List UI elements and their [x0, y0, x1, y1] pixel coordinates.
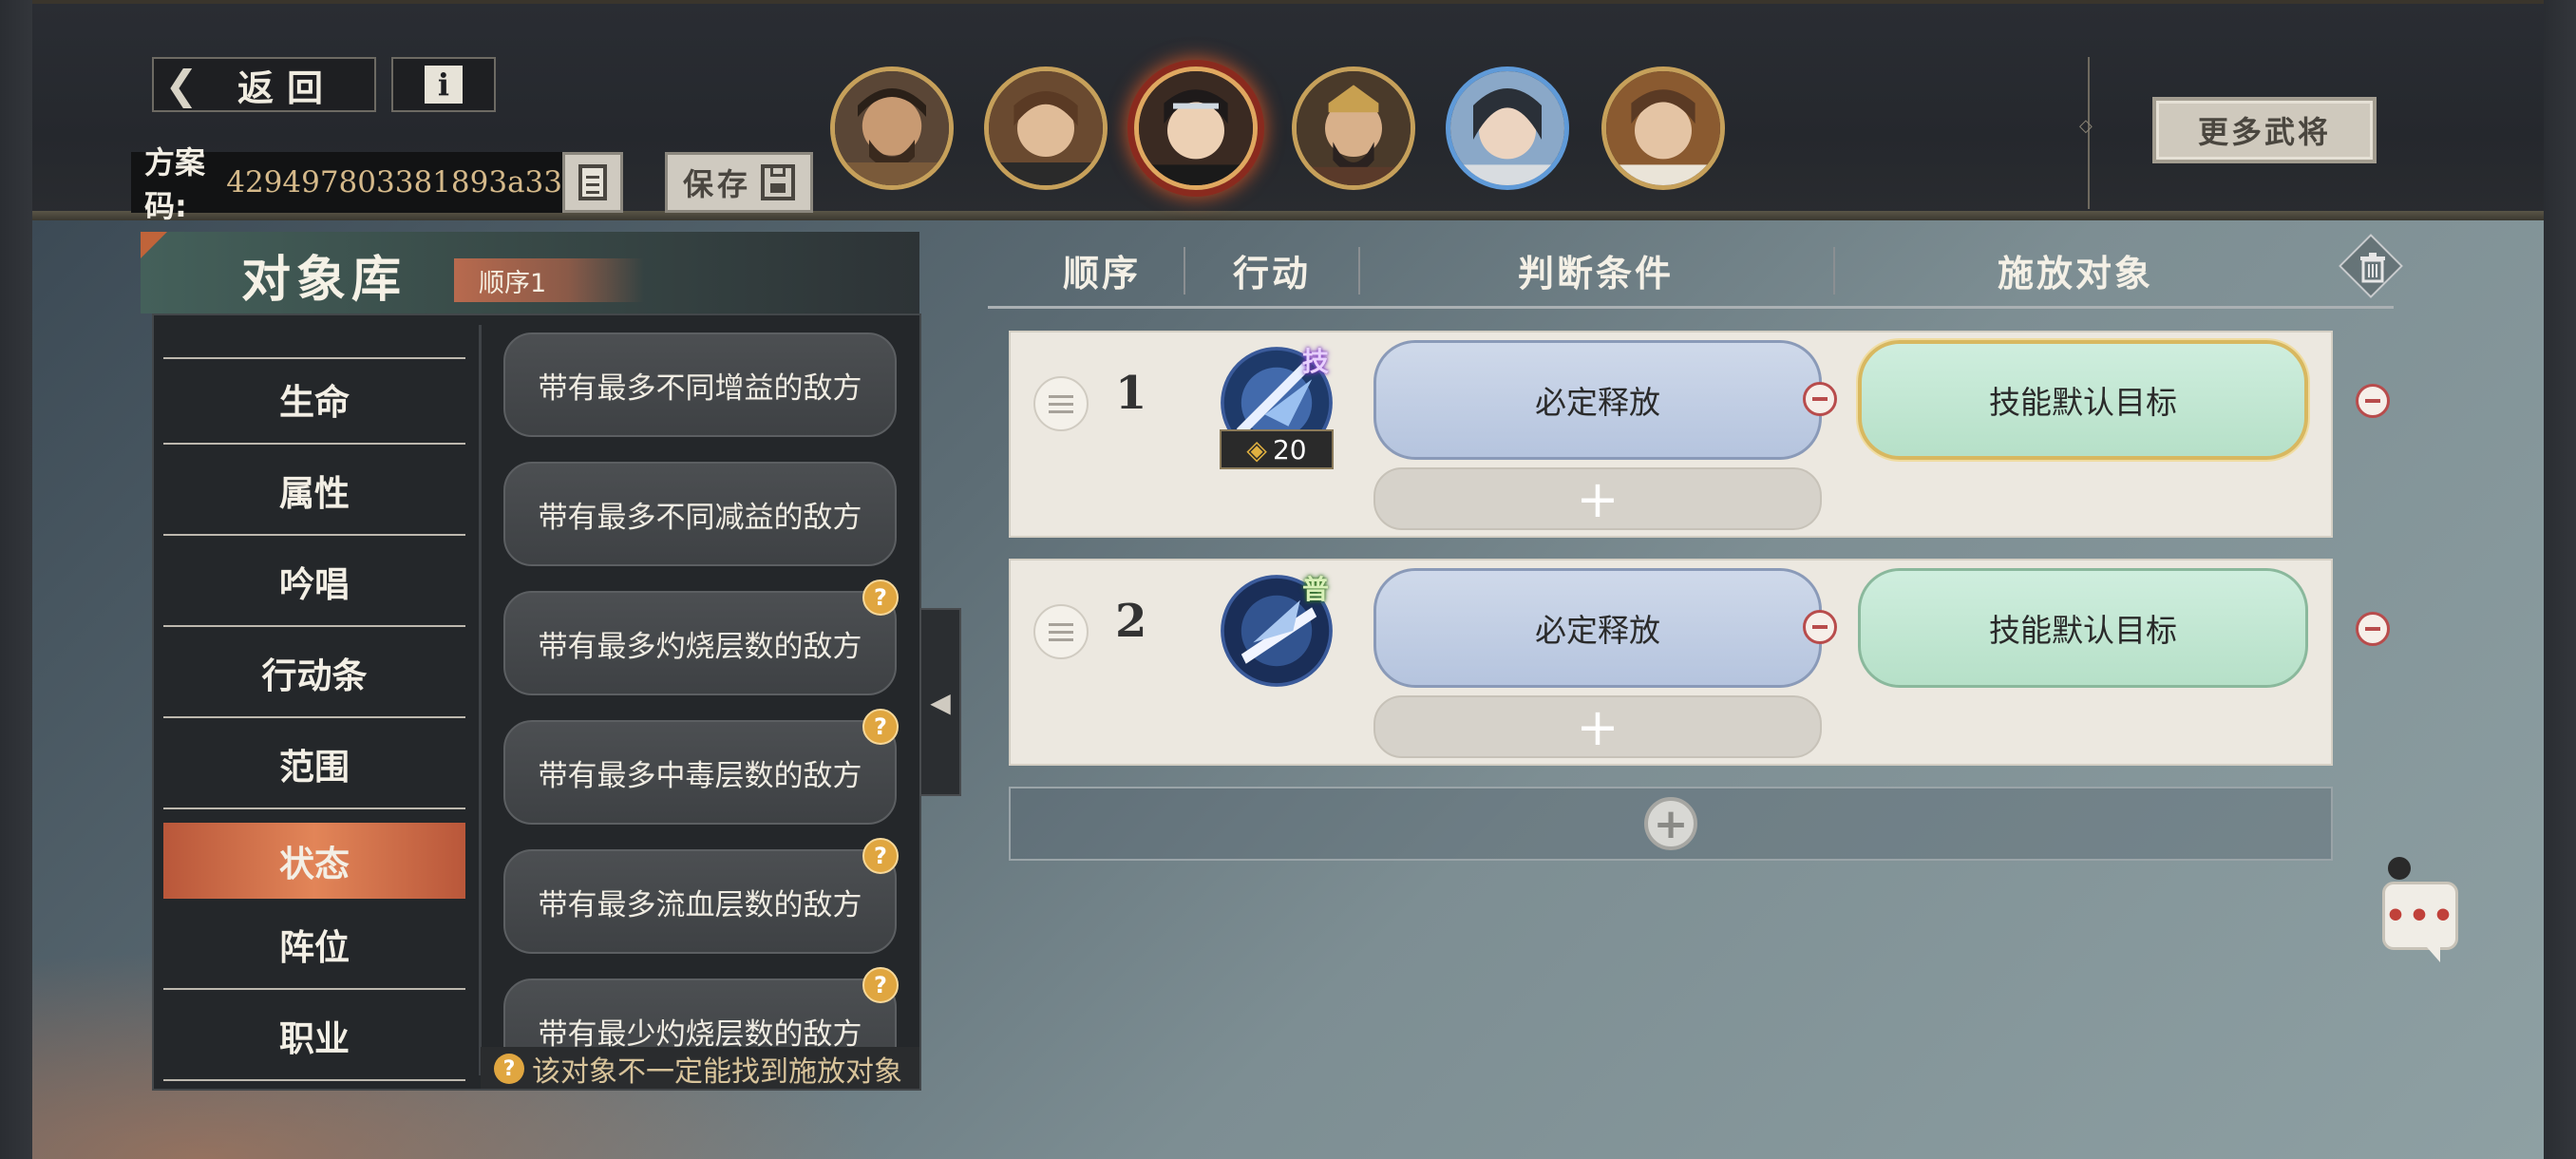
skill-type-tag: 技: [1301, 346, 1329, 377]
left-frame: [0, 0, 32, 1159]
target-option[interactable]: 带有最多中毒层数的敌方?: [503, 709, 899, 825]
save-disk-icon: [761, 164, 795, 200]
remove-condition-icon[interactable]: [1803, 610, 1837, 644]
hint-text: 该对象不一定能找到施放对象: [532, 1055, 902, 1089]
hero-portrait-2[interactable]: [984, 66, 1108, 190]
question-badge-icon[interactable]: ?: [862, 967, 899, 1003]
header-underline: [988, 306, 2394, 309]
skill-cost: ◈ 20: [1220, 429, 1334, 469]
plus-icon: +: [1644, 797, 1697, 850]
more-generals-button[interactable]: 更多武将: [2152, 97, 2377, 163]
target-label: 技能默认目标: [1989, 612, 2177, 649]
save-label: 保存: [682, 166, 751, 202]
target-option[interactable]: 带有最多流血层数的敌方?: [503, 838, 899, 954]
info-button[interactable]: i: [391, 57, 496, 112]
hero-portrait-6[interactable]: [1601, 66, 1725, 190]
column-separator: [479, 325, 482, 1075]
target-option[interactable]: 带有最多不同减益的敌方: [503, 462, 897, 566]
remove-row-icon[interactable]: [2356, 384, 2390, 418]
category-attribute[interactable]: 属性: [163, 446, 465, 536]
option-label: 带有最多流血层数的敌方: [538, 887, 862, 922]
right-frame: [2544, 0, 2576, 1159]
drag-handle-icon[interactable]: [1033, 376, 1089, 431]
option-label: 带有最少灼烧层数的敌方: [538, 1016, 862, 1052]
more-generals-label: 更多武将: [2197, 114, 2331, 150]
remove-condition-icon[interactable]: [1803, 382, 1837, 416]
category-status-active[interactable]: 状态: [163, 823, 465, 899]
category-profession[interactable]: 职业: [163, 992, 465, 1081]
back-button[interactable]: ❮ 返回: [152, 57, 376, 112]
column-header-action: 行动: [1232, 251, 1311, 294]
header-divider: [1833, 247, 1835, 294]
copy-code-button[interactable]: [562, 152, 623, 213]
order-tag: 顺序1: [454, 258, 644, 302]
question-badge-icon[interactable]: ?: [862, 580, 899, 616]
library-panel: 生命 属性 吟唱 行动条 范围 状态 阵位 职业 带有最多不同增益的敌方 带有最…: [152, 314, 921, 1091]
add-condition-button[interactable]: +: [1373, 695, 1822, 758]
question-badge-icon[interactable]: ?: [862, 709, 899, 745]
target-pill[interactable]: 技能默认目标: [1858, 568, 2308, 688]
column-header-target: 施放对象: [1997, 251, 2153, 294]
drag-handle-icon[interactable]: [1033, 604, 1089, 659]
category-formation[interactable]: 阵位: [163, 901, 465, 990]
category-action-bar[interactable]: 行动条: [163, 629, 465, 718]
row-order: 2: [1115, 595, 1147, 648]
header-separator: [2079, 57, 2093, 209]
back-arrow-icon: ❮: [164, 61, 199, 108]
plan-code-label: 方案码:: [144, 144, 206, 224]
save-button[interactable]: 保存: [665, 152, 813, 213]
option-label: 带有最多中毒层数的敌方: [538, 758, 862, 793]
option-label: 带有最多不同减益的敌方: [538, 500, 862, 535]
notification-dot: [2388, 857, 2411, 880]
skill-cost-value: 20: [1272, 433, 1307, 466]
plan-code-value: 429497803381893a33: [226, 165, 562, 200]
target-option[interactable]: 带有最多灼烧层数的敌方?: [503, 580, 899, 695]
header-divider: [1184, 247, 1185, 294]
column-header-condition: 判断条件: [1517, 251, 1674, 294]
row-order: 1: [1115, 367, 1147, 420]
plan-code-bar: 方案码: 429497803381893a33: [131, 144, 562, 224]
hero-portrait-5[interactable]: [1446, 66, 1569, 190]
chat-button[interactable]: •••: [2382, 882, 2458, 962]
add-action-row-button[interactable]: +: [1009, 787, 2333, 861]
condition-label: 必定释放: [1535, 384, 1660, 421]
condition-label: 必定释放: [1535, 612, 1660, 649]
target-option[interactable]: 带有最多不同增益的敌方: [503, 332, 897, 437]
category-life[interactable]: 生命: [163, 355, 465, 445]
info-icon: i: [425, 66, 463, 104]
condition-pill[interactable]: 必定释放: [1373, 568, 1822, 688]
target-pill[interactable]: 技能默认目标: [1858, 340, 2308, 460]
option-label: 带有最多不同增益的敌方: [538, 370, 862, 406]
hero-portrait-1[interactable]: [830, 66, 954, 190]
skill-type-tag: 普: [1301, 574, 1329, 605]
category-chant[interactable]: 吟唱: [163, 538, 465, 627]
condition-pill[interactable]: 必定释放: [1373, 340, 1822, 460]
category-list[interactable]: 生命 属性 吟唱 行动条 范围 状态 阵位 职业: [154, 315, 479, 1089]
question-badge-icon[interactable]: ?: [862, 838, 899, 874]
hero-portrait-4[interactable]: [1292, 66, 1415, 190]
library-title: 对象库: [241, 251, 407, 309]
target-option-list[interactable]: 带有最多不同增益的敌方 带有最多不同减益的敌方 带有最多灼烧层数的敌方? 带有最…: [488, 315, 916, 1056]
column-header-order: 顺序: [1062, 251, 1141, 294]
category-range[interactable]: 范围: [163, 720, 465, 809]
trash-icon: [2360, 253, 2385, 283]
action-row-1: 1 技 ◈ 20 必定释放 + 技能默认目标: [1009, 331, 2333, 538]
category-item-partial[interactable]: [163, 315, 465, 359]
action-row-2: 2 普 必定释放 + 技能默认目标: [1009, 559, 2333, 766]
target-option[interactable]: 带有最少灼烧层数的敌方?: [503, 967, 899, 1056]
header-divider: [1358, 247, 1360, 294]
add-condition-button[interactable]: +: [1373, 467, 1822, 530]
energy-icon: ◈: [1246, 433, 1267, 466]
collapse-panel-button[interactable]: ◀: [919, 608, 961, 796]
question-icon: ?: [494, 1054, 524, 1084]
hero-portrait-3-selected[interactable]: [1134, 66, 1258, 190]
library-hint: ? 该对象不一定能找到施放对象: [481, 1047, 919, 1089]
document-icon: [578, 164, 607, 200]
remove-row-icon[interactable]: [2356, 612, 2390, 646]
target-label: 技能默认目标: [1989, 384, 2177, 421]
back-label: 返回: [237, 66, 337, 109]
option-label: 带有最多灼烧层数的敌方: [538, 629, 862, 664]
